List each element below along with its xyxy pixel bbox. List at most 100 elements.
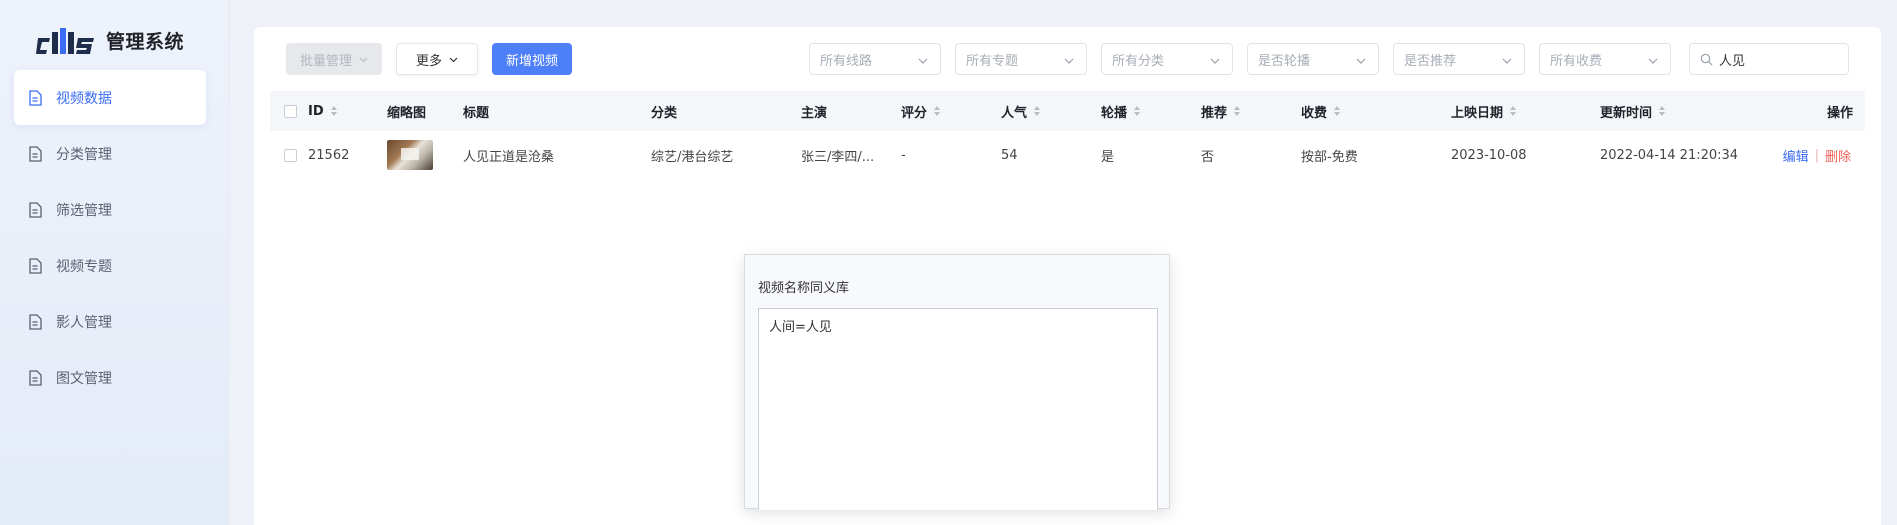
header-thumb: 缩略图 — [387, 91, 426, 131]
header-charge-label: 收费 — [1301, 105, 1328, 121]
batch-manage-button[interactable]: 批量管理 — [286, 43, 382, 75]
dialog-title: 视频名称同义库 — [758, 281, 850, 296]
sidebar-item-video-data[interactable]: 视频数据 — [14, 70, 206, 125]
cell-thumb[interactable] — [387, 131, 433, 179]
cell-actor: 张三/李四/... — [801, 149, 875, 165]
header-actions: 操作 — [1827, 91, 1853, 131]
header-title: 标题 — [463, 91, 489, 131]
header-release-label: 上映日期 — [1451, 105, 1504, 121]
cell-category: 综艺/港台综艺 — [651, 149, 734, 165]
header-updated[interactable]: 更新时间 — [1600, 91, 1666, 131]
document-icon — [28, 257, 42, 274]
header-title-label: 标题 — [463, 105, 490, 121]
document-icon — [28, 89, 42, 106]
chevron-down-icon — [1210, 55, 1220, 65]
sidebar-item-label: 分类管理 — [56, 146, 112, 163]
search-icon — [1700, 53, 1713, 66]
header-category-label: 分类 — [651, 105, 678, 121]
header-carousel[interactable]: 轮播 — [1101, 91, 1141, 131]
table-row: 21562 人见正道是沧桑 综艺/港台综艺 张三/李四/... - 54 是 否… — [270, 131, 1865, 179]
app-logo[interactable]: 管理系统 — [36, 22, 184, 58]
sidebar-item-filter[interactable]: 筛选管理 — [14, 182, 206, 237]
document-icon — [28, 145, 42, 162]
sidebar-item-label: 视频数据 — [56, 90, 112, 107]
filter-route-select[interactable]: 所有线路 — [809, 43, 941, 75]
sort-icon — [1233, 105, 1241, 117]
cell-title: 人见正道是沧桑 — [463, 149, 555, 165]
header-recommend[interactable]: 推荐 — [1201, 91, 1241, 131]
filter-route-label: 所有线路 — [820, 53, 873, 69]
chevron-down-icon — [1502, 55, 1512, 65]
sidebar-item-people[interactable]: 影人管理 — [14, 294, 206, 349]
search-box[interactable] — [1689, 43, 1849, 75]
header-actor: 主演 — [801, 91, 827, 131]
filter-topic-select[interactable]: 所有专题 — [955, 43, 1087, 75]
header-actions-label: 操作 — [1826, 105, 1853, 121]
cell-actions: 编辑 | 删除 — [1783, 131, 1851, 179]
header-recommend-label: 推荐 — [1201, 105, 1228, 121]
sort-icon — [1133, 105, 1141, 117]
sidebar-item-label: 图文管理 — [56, 370, 112, 387]
cell-charge: 按部-免费 — [1301, 149, 1358, 165]
select-all-checkbox[interactable] — [284, 91, 297, 131]
sidebar-item-video-topic[interactable]: 视频专题 — [14, 238, 206, 293]
action-divider: | — [1814, 147, 1819, 163]
filter-recommend-select[interactable]: 是否推荐 — [1393, 43, 1525, 75]
header-popularity-label: 人气 — [1001, 105, 1028, 121]
synonym-textarea[interactable]: 人间=人见 — [758, 308, 1158, 510]
document-icon — [28, 201, 42, 218]
header-release[interactable]: 上映日期 — [1451, 91, 1517, 131]
filter-category-label: 所有分类 — [1112, 53, 1165, 69]
header-charge[interactable]: 收费 — [1301, 91, 1341, 131]
filter-recommend-label: 是否推荐 — [1404, 53, 1457, 69]
header-id-label: ID — [308, 103, 324, 119]
toolbar: 批量管理 更多 新增视频 所有线路 所有专题 所有分类 是否轮播 是否推荐 所有… — [286, 43, 1849, 75]
filter-category-select[interactable]: 所有分类 — [1101, 43, 1233, 75]
sidebar-item-articles[interactable]: 图文管理 — [14, 350, 206, 405]
cell-id: 21562 — [308, 147, 350, 163]
sort-icon — [933, 105, 941, 117]
cell-carousel: 是 — [1101, 149, 1115, 165]
sidebar-item-category[interactable]: 分类管理 — [14, 126, 206, 181]
header-thumb-label: 缩略图 — [387, 105, 427, 121]
search-input[interactable] — [1719, 51, 1839, 67]
add-video-button[interactable]: 新增视频 — [492, 43, 572, 75]
video-thumbnail — [387, 140, 433, 170]
header-carousel-label: 轮播 — [1101, 105, 1128, 121]
sidebar-menu: 视频数据 分类管理 筛选管理 视频专题 影人管理 图文管理 — [14, 70, 206, 406]
video-table: ID 缩略图 标题 分类 主演 评分 人气 轮播 推荐 收费 上映日期 更新时间… — [270, 91, 1865, 179]
header-id[interactable]: ID — [308, 91, 338, 131]
chevron-down-icon — [1356, 55, 1366, 65]
header-rating[interactable]: 评分 — [901, 91, 941, 131]
row-checkbox[interactable] — [284, 131, 297, 179]
cell-release: 2023-10-08 — [1451, 147, 1527, 163]
chevron-down-icon — [359, 55, 368, 64]
cell-rating: - — [901, 147, 906, 163]
filter-charge-select[interactable]: 所有收费 — [1539, 43, 1671, 75]
edit-link[interactable]: 编辑 — [1783, 146, 1809, 165]
filter-carousel-label: 是否轮播 — [1258, 53, 1311, 69]
sidebar-item-label: 视频专题 — [56, 258, 112, 275]
cell-recommend: 否 — [1201, 149, 1215, 165]
document-icon — [28, 369, 42, 386]
batch-manage-label: 批量管理 — [299, 53, 352, 69]
filter-charge-label: 所有收费 — [1550, 53, 1603, 69]
sidebar-item-label: 筛选管理 — [56, 202, 112, 219]
sort-icon — [1333, 105, 1341, 117]
sort-icon — [1033, 105, 1041, 117]
more-button[interactable]: 更多 — [396, 43, 478, 75]
filter-bar: 所有线路 所有专题 所有分类 是否轮播 是否推荐 所有收费 — [809, 43, 1849, 75]
cell-updated: 2022-04-14 21:20:34 — [1600, 147, 1739, 163]
cell-popularity: 54 — [1001, 147, 1018, 163]
chevron-down-icon — [1064, 55, 1074, 65]
sort-icon — [1509, 105, 1517, 117]
chevron-down-icon — [918, 55, 928, 65]
header-actor-label: 主演 — [801, 105, 828, 121]
table-header: ID 缩略图 标题 分类 主演 评分 人气 轮播 推荐 收费 上映日期 更新时间… — [270, 91, 1865, 131]
filter-carousel-select[interactable]: 是否轮播 — [1247, 43, 1379, 75]
header-popularity[interactable]: 人气 — [1001, 91, 1041, 131]
sort-icon — [330, 105, 338, 117]
delete-link[interactable]: 删除 — [1825, 146, 1851, 165]
synonym-dialog: 视频名称同义库 人间=人见 — [744, 254, 1170, 510]
header-category: 分类 — [651, 91, 677, 131]
